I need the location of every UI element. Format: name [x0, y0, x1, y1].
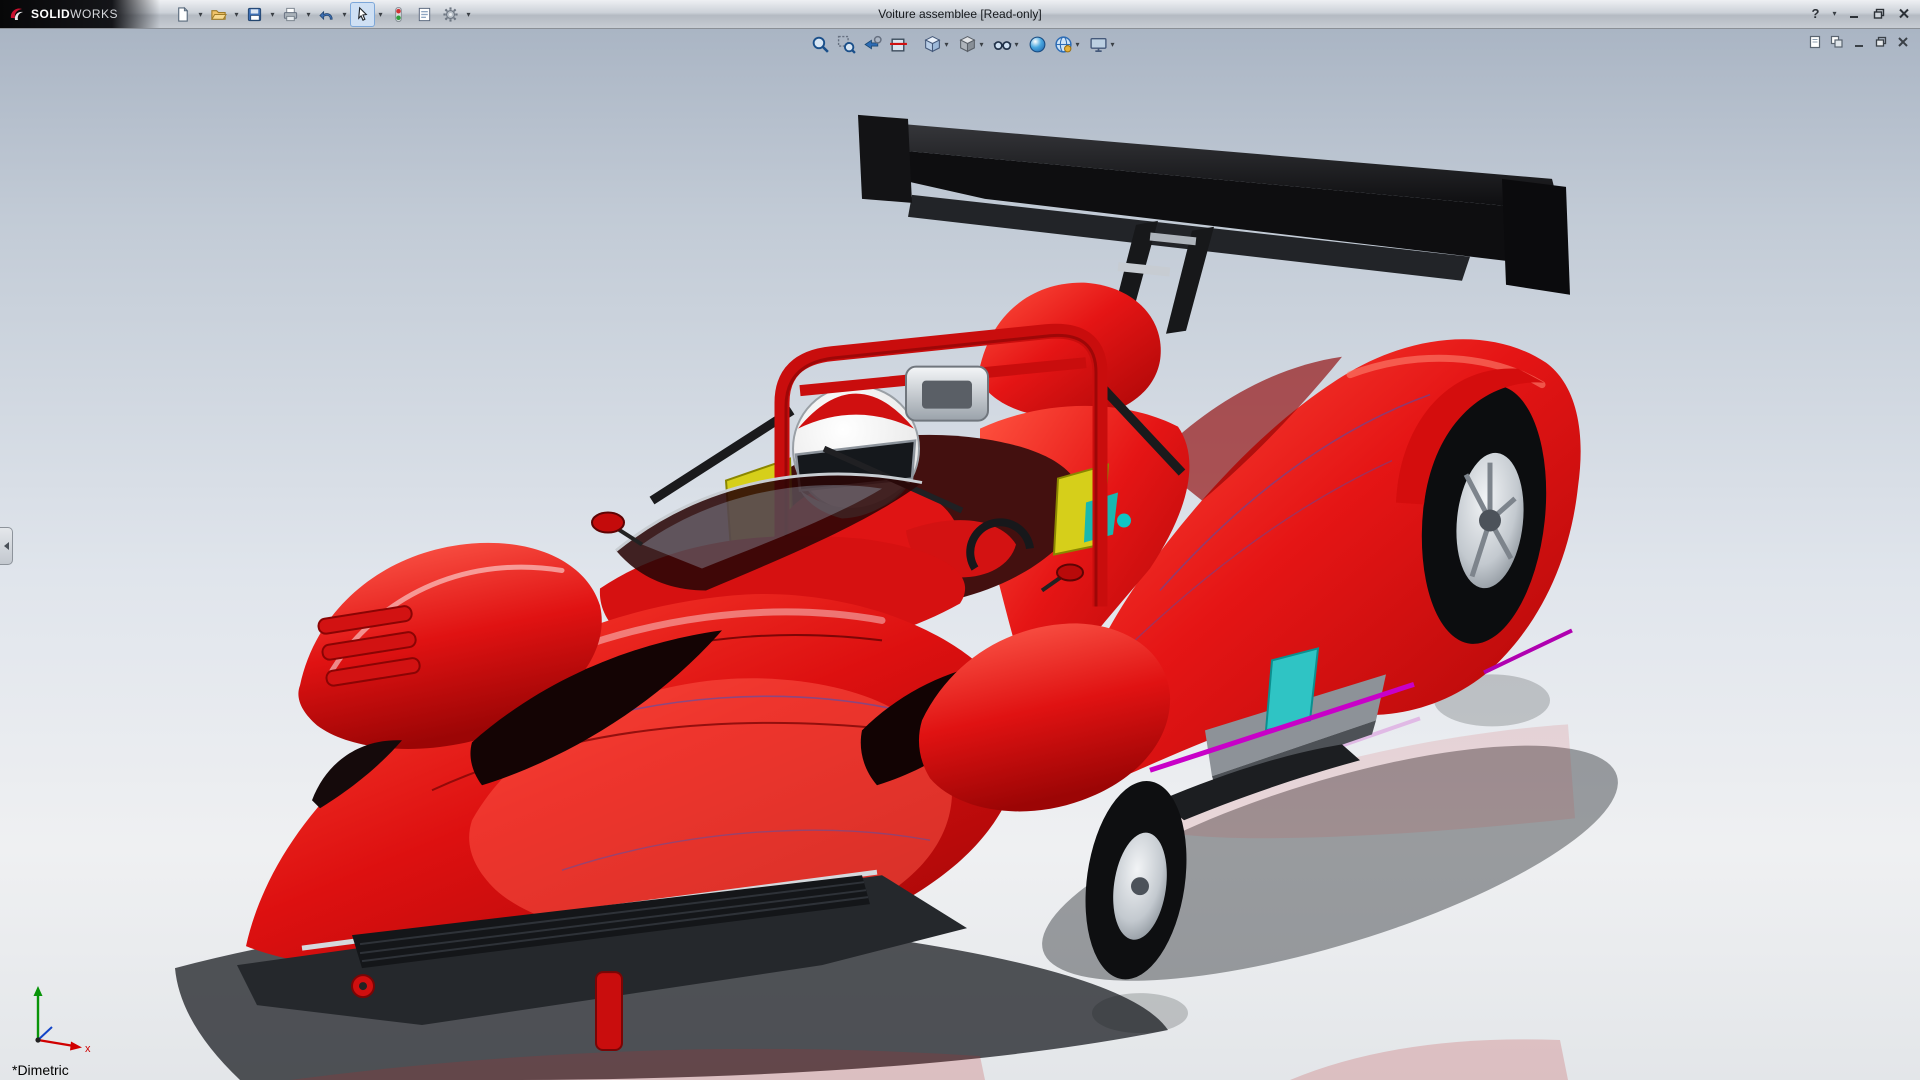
select-tool-button[interactable] — [350, 2, 375, 27]
app-logo-text: SOLIDWORKS — [31, 7, 118, 21]
zoom-to-area-icon — [837, 35, 856, 54]
new-document-icon — [174, 6, 191, 23]
close-icon — [1898, 8, 1910, 19]
save-button[interactable] — [242, 2, 267, 27]
options-button[interactable] — [438, 2, 463, 27]
arrange-windows-button[interactable] — [1829, 34, 1844, 49]
edit-appearance-button[interactable] — [1025, 32, 1050, 56]
dropdown-arrow[interactable]: ▾ — [464, 10, 473, 19]
rebuild-traffic-light-icon — [390, 6, 407, 23]
expand-panel-arrow-icon — [4, 542, 9, 550]
dropdown-arrow[interactable]: ▾ — [1830, 9, 1839, 18]
rear-wing — [858, 115, 1570, 334]
select-cursor-icon — [354, 6, 371, 23]
feature-manager-collapsed-tab[interactable] — [0, 527, 13, 565]
undo-icon — [318, 6, 335, 23]
dropdown-arrow[interactable]: ▾ — [232, 10, 241, 19]
restore-button[interactable] — [1868, 3, 1889, 23]
solidworks-window: Voiture assemblee [Read-only] SOLIDWORKS… — [0, 0, 1920, 1080]
minimize-document-button[interactable] — [1851, 34, 1866, 49]
close-document-button[interactable] — [1895, 34, 1910, 49]
3d-model-render — [0, 29, 1920, 1080]
minimize-button[interactable] — [1843, 3, 1864, 23]
hide-show-glasses-icon — [993, 35, 1012, 54]
display-style-button[interactable]: ▾ — [955, 32, 989, 56]
save-icon — [246, 6, 263, 23]
dropdown-arrow[interactable]: ▾ — [977, 40, 986, 49]
dropdown-arrow[interactable]: ▾ — [304, 10, 313, 19]
rebuild-button[interactable] — [386, 2, 411, 27]
window-controls: ? ▾ — [1805, 3, 1914, 23]
file-properties-button[interactable] — [412, 2, 437, 27]
dropdown-arrow[interactable]: ▾ — [196, 10, 205, 19]
titlebar: Voiture assemblee [Read-only] SOLIDWORKS… — [0, 0, 1920, 29]
close-document-icon — [1896, 35, 1910, 49]
orientation-triad: x — [22, 980, 96, 1054]
restore-icon — [1873, 8, 1885, 19]
new-window-button[interactable] — [1807, 34, 1822, 49]
headrest-fairing — [978, 283, 1161, 419]
zoom-to-fit-button[interactable] — [808, 32, 833, 56]
display-style-icon — [958, 35, 977, 54]
file-properties-icon — [416, 6, 433, 23]
dropdown-arrow[interactable]: ▾ — [376, 10, 385, 19]
triad-x-label: x — [85, 1043, 91, 1054]
zoom-to-fit-icon — [811, 35, 830, 54]
dropdown-arrow[interactable]: ▾ — [1108, 40, 1117, 49]
hide-show-items-button[interactable]: ▾ — [990, 32, 1024, 56]
view-settings-button[interactable]: ▾ — [1086, 32, 1120, 56]
restore-document-icon — [1874, 35, 1888, 49]
print-icon — [282, 6, 299, 23]
minimize-icon — [1848, 8, 1860, 19]
dropdown-arrow[interactable]: ▾ — [1073, 40, 1082, 49]
open-document-button[interactable] — [206, 2, 231, 27]
app-logo[interactable]: SOLIDWORKS — [0, 0, 160, 28]
zoom-to-area-button[interactable] — [834, 32, 859, 56]
new-document-button[interactable] — [170, 2, 195, 27]
view-orientation-button[interactable]: ▾ — [920, 32, 954, 56]
dropdown-arrow[interactable]: ▾ — [340, 10, 349, 19]
options-gear-icon — [442, 6, 459, 23]
arrange-windows-icon — [1830, 35, 1844, 49]
document-window-controls — [1807, 34, 1910, 49]
undo-button[interactable] — [314, 2, 339, 27]
dropdown-arrow[interactable]: ▾ — [942, 40, 951, 49]
restore-document-button[interactable] — [1873, 34, 1888, 49]
apply-scene-globe-icon — [1054, 35, 1073, 54]
view-orientation-label: *Dimetric — [12, 1062, 69, 1078]
dropdown-arrow[interactable]: ▾ — [1012, 40, 1021, 49]
help-button[interactable]: ? — [1805, 3, 1826, 23]
main-toolbar: ▾ ▾ ▾ — [170, 2, 473, 27]
graphics-viewport[interactable]: ▾ ▾ ▾ — [0, 29, 1920, 1080]
heads-up-view-toolbar: ▾ ▾ ▾ — [808, 32, 1120, 56]
previous-view-icon — [863, 35, 882, 54]
appearance-ball-icon — [1028, 35, 1047, 54]
view-orientation-cube-icon — [923, 35, 942, 54]
print-button[interactable] — [278, 2, 303, 27]
close-button[interactable] — [1893, 3, 1914, 23]
section-view-icon — [889, 35, 908, 54]
new-window-icon — [1808, 35, 1822, 49]
view-settings-icon — [1089, 35, 1108, 54]
dropdown-arrow[interactable]: ▾ — [268, 10, 277, 19]
solidworks-logo-icon — [8, 5, 26, 23]
apply-scene-button[interactable]: ▾ — [1051, 32, 1085, 56]
open-document-icon — [210, 6, 227, 23]
minimize-document-icon — [1852, 35, 1866, 49]
section-view-button[interactable] — [886, 32, 911, 56]
previous-view-button[interactable] — [860, 32, 885, 56]
